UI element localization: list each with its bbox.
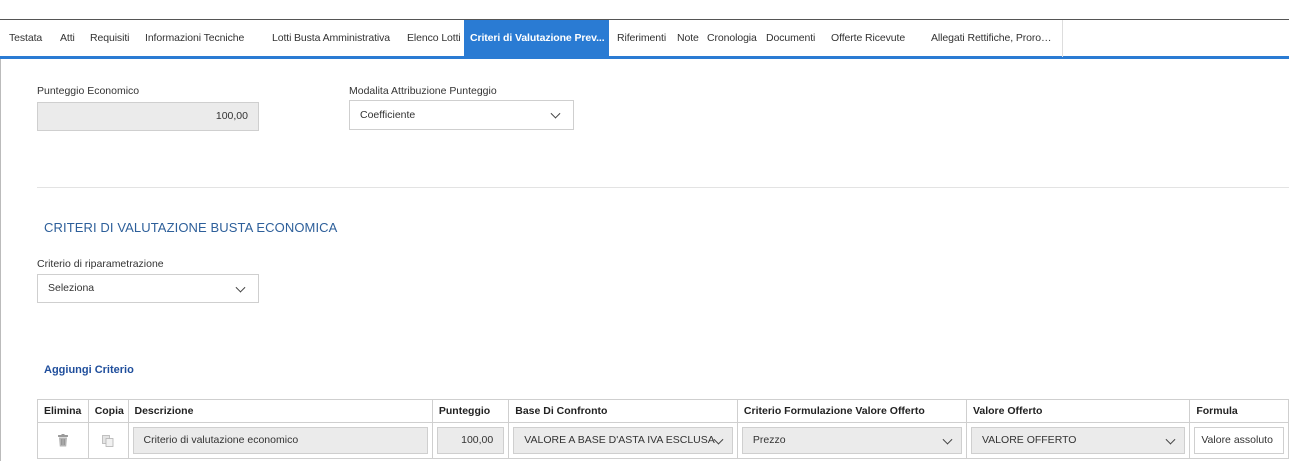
header-elimina: Elimina [37, 399, 89, 423]
cell-descrizione: Criterio di valutazione economico [127, 422, 433, 459]
valore-offerto-value: VALORE OFFERTO [981, 434, 1077, 446]
cell-formula: Valore assoluto [1189, 422, 1289, 459]
riparametrazione-label: Criterio di riparametrazione [37, 258, 164, 270]
tab-bar-end-divider [1062, 20, 1063, 57]
tab-cronologia[interactable]: Cronologia [707, 20, 757, 57]
header-formula: Formula [1189, 399, 1289, 423]
valore-offerto-select[interactable]: VALORE OFFERTO [970, 427, 1186, 454]
criterio-formulazione-value: Prezzo [752, 434, 786, 446]
copy-icon[interactable] [102, 434, 114, 447]
modalita-attribuzione-label: Modalita Attribuzione Punteggio [349, 85, 497, 97]
cell-criterio-formulazione: Prezzo [736, 422, 967, 459]
panel-left-border [0, 59, 1, 461]
chevron-down-icon [1165, 434, 1176, 445]
section-divider [37, 187, 1289, 188]
modalita-attribuzione-value: Coefficiente [360, 109, 416, 121]
chevron-down-icon [942, 434, 953, 445]
tab-bar: Testata Atti Requisiti Informazioni Tecn… [0, 19, 1289, 59]
tab-busta-amministrativa[interactable]: Busta Amministrativa [294, 20, 390, 57]
base-di-confronto-value: VALORE A BASE D'ASTA IVA ESCLUSA [524, 434, 715, 446]
header-base-di-confronto: Base Di Confronto [508, 399, 738, 423]
table-row: Criterio di valutazione economico 100,00… [37, 422, 1289, 459]
trash-icon[interactable] [57, 434, 68, 447]
punteggio-economico-field: 100,00 [37, 102, 259, 131]
punteggio-economico-label: Punteggio Economico [37, 85, 140, 97]
tab-criteri-di-valutazione[interactable]: Criteri di Valutazione Prev... [464, 20, 609, 57]
cell-valore-offerto: VALORE OFFERTO [965, 422, 1191, 459]
cell-punteggio: 100,00 [431, 422, 510, 459]
base-di-confronto-select[interactable]: VALORE A BASE D'ASTA IVA ESCLUSA [513, 427, 733, 454]
descrizione-field[interactable]: Criterio di valutazione economico [132, 427, 428, 454]
tab-elenco-lotti[interactable]: Elenco Lotti [407, 20, 461, 57]
tab-requisiti[interactable]: Requisiti [90, 20, 129, 57]
header-descrizione: Descrizione [127, 399, 433, 423]
tab-lotti[interactable]: Lotti [272, 20, 291, 57]
table-header-row: Elimina Copia Descrizione Punteggio Base… [37, 399, 1289, 423]
tab-riferimenti[interactable]: Riferimenti [617, 20, 666, 57]
section-title: CRITERI DI VALUTAZIONE BUSTA ECONOMICA [44, 220, 338, 235]
tab-allegati-rettifiche[interactable]: Allegati Rettifiche, Proroghe... [931, 20, 1055, 57]
header-valore-offerto: Valore Offerto [965, 399, 1191, 423]
riparametrazione-value: Seleziona [48, 282, 95, 294]
chevron-down-icon [550, 108, 561, 119]
tab-documenti[interactable]: Documenti [766, 20, 815, 57]
header-criterio-formulazione: Criterio Formulazione Valore Offerto [736, 399, 967, 423]
cell-copia [87, 422, 129, 459]
cell-base-di-confronto: VALORE A BASE D'ASTA IVA ESCLUSA [508, 422, 738, 459]
header-copia: Copia [87, 399, 129, 423]
tab-atti[interactable]: Atti [60, 20, 75, 57]
tab-informazioni-tecniche[interactable]: Informazioni Tecniche [145, 20, 244, 57]
formula-field[interactable]: Valore assoluto [1194, 427, 1284, 454]
chevron-down-icon [235, 282, 246, 293]
tab-testata[interactable]: Testata [9, 20, 42, 57]
tab-offerte-ricevute[interactable]: Offerte Ricevute [831, 20, 905, 57]
criterio-formulazione-select[interactable]: Prezzo [741, 427, 962, 454]
chevron-down-icon [713, 434, 724, 445]
tab-note[interactable]: Note [677, 20, 699, 57]
header-punteggio: Punteggio [431, 399, 510, 423]
punteggio-field[interactable]: 100,00 [436, 427, 505, 454]
cell-elimina [37, 422, 89, 459]
riparametrazione-select[interactable]: Seleziona [37, 274, 259, 303]
criteri-table: Elimina Copia Descrizione Punteggio Base… [37, 399, 1289, 459]
aggiungi-criterio-link[interactable]: Aggiungi Criterio [44, 364, 134, 376]
modalita-attribuzione-select[interactable]: Coefficiente [349, 100, 574, 130]
